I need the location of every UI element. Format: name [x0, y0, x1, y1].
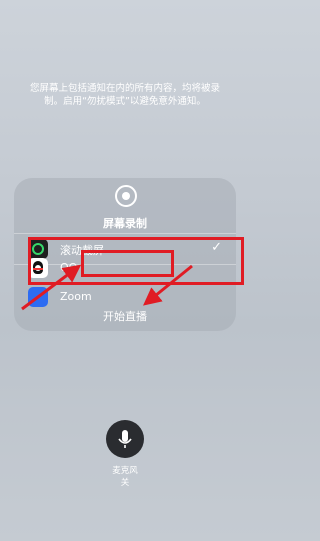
arrow-to-start-button	[143, 264, 193, 306]
annotation-arrows	[21, 264, 193, 311]
microphone-state: 关	[120, 478, 130, 488]
microphone-label: 麦克风	[112, 466, 138, 476]
arrow-to-app-icon	[21, 264, 82, 311]
microphone-button[interactable]	[106, 420, 144, 458]
microphone-icon	[118, 430, 132, 448]
